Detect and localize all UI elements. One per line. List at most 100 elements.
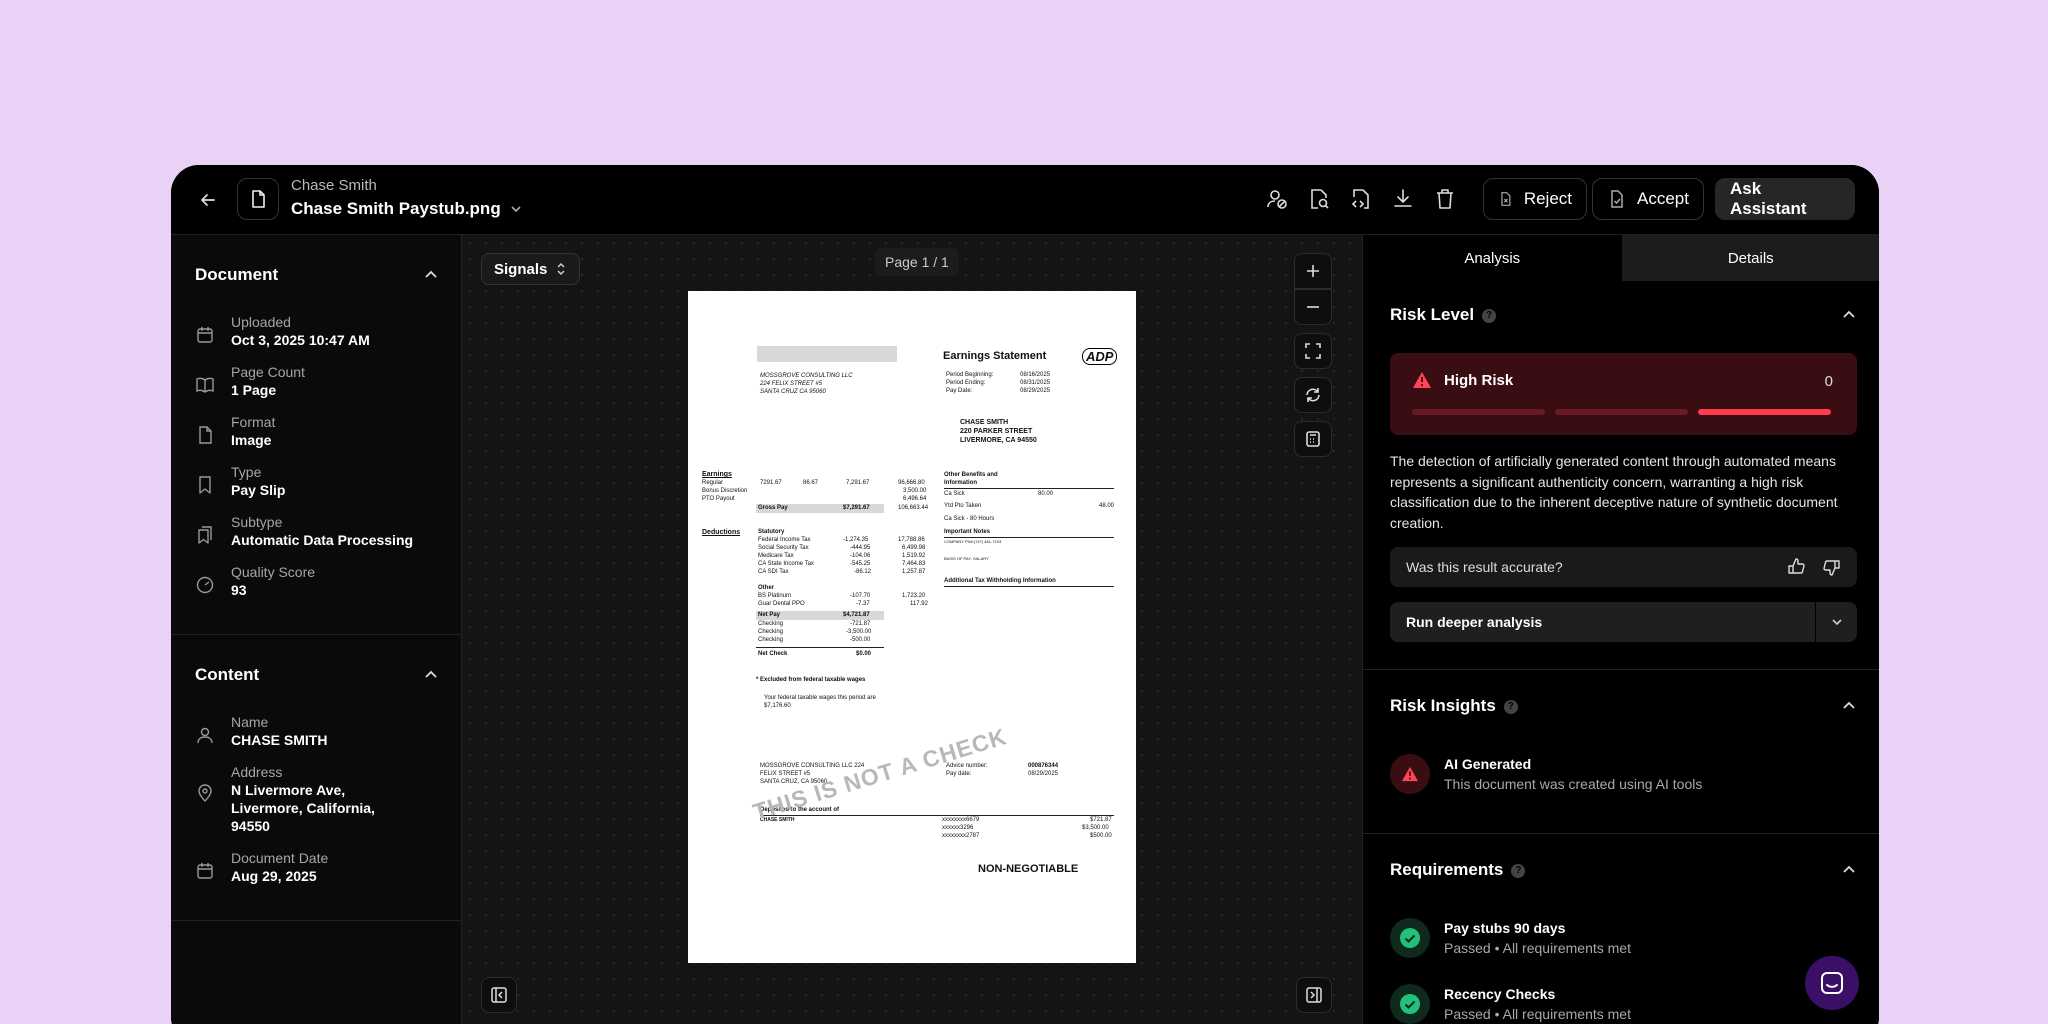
ytd-pto: 6,496.64 xyxy=(903,496,927,502)
risk-insights-header[interactable]: Risk Insights? xyxy=(1390,696,1857,716)
document-section-header[interactable]: Document xyxy=(195,265,439,285)
additional-tax-heading: Additional Tax Withholding Information xyxy=(944,578,1056,584)
gross-pay-amount: $7,291.67 xyxy=(843,505,870,511)
file-search-icon xyxy=(1311,189,1329,209)
checking-amount-2: -3,500.00 xyxy=(846,629,872,635)
book-icon xyxy=(196,377,214,393)
document-viewer[interactable]: Signals Page 1 / 1 Earnings Statement AD… xyxy=(462,235,1362,1024)
calculator-button[interactable] xyxy=(1294,421,1332,457)
chevron-updown-icon xyxy=(557,262,565,276)
meta-value: Oct 3, 2025 10:47 AM xyxy=(231,332,370,348)
content-section-header[interactable]: Content xyxy=(195,665,439,685)
medicare-label: Medicare Tax xyxy=(758,553,794,559)
sidebar-divider xyxy=(171,920,462,921)
section-divider xyxy=(1363,669,1879,670)
deeper-analysis-button[interactable]: Run deeper analysis xyxy=(1390,602,1857,642)
thumbs-down-icon[interactable] xyxy=(1821,557,1841,577)
dental-amount: -7.37 xyxy=(856,601,870,607)
important-notes-heading: Important Notes xyxy=(944,529,991,535)
risk-level-header[interactable]: Risk Level? xyxy=(1390,305,1857,325)
help-icon[interactable]: ? xyxy=(1511,863,1526,878)
thumbs-up-icon[interactable] xyxy=(1787,557,1807,577)
meta-label: Format xyxy=(231,414,276,430)
reject-button[interactable]: Reject xyxy=(1483,178,1587,220)
fit-screen-button[interactable] xyxy=(1294,333,1332,369)
meta-address: Address N Livermore Ave, Livermore, Calif… xyxy=(195,763,445,835)
download-icon xyxy=(1394,189,1412,207)
alert-triangle-icon xyxy=(1402,766,1418,782)
filename-label: Chase Smith Paystub.png xyxy=(291,199,501,218)
medicare-amount: -104.06 xyxy=(850,553,871,559)
gross-pay-label: Gross Pay xyxy=(758,505,788,511)
checking-amount-1: -721.87 xyxy=(850,621,871,627)
collapse-right-button[interactable] xyxy=(1296,977,1332,1013)
ca-tax-amount: -545.25 xyxy=(850,561,871,567)
bookmark-icon xyxy=(199,476,211,494)
ca-sick-value: 80.00 xyxy=(1038,491,1054,497)
tab-details[interactable]: Details xyxy=(1621,235,1879,281)
ask-assistant-button[interactable]: Ask Assistant xyxy=(1715,178,1855,220)
rule xyxy=(944,488,1114,489)
adp-logo: ADP xyxy=(1082,348,1118,365)
bonus-label: Bonus Discretion xyxy=(702,488,748,494)
requirement-title: Recency Checks xyxy=(1444,986,1556,1002)
rule xyxy=(756,647,884,648)
document-button[interactable] xyxy=(237,178,279,220)
insight-subtitle: This document was created using AI tools xyxy=(1444,776,1703,792)
ca-tax-label: CA State Income Tax xyxy=(758,561,814,567)
requirement-item: Recency Checks Passed • All requirements… xyxy=(1390,984,1857,1024)
sdi-tax-ytd: 1,257.87 xyxy=(902,569,926,575)
arrow-left-icon xyxy=(201,194,215,206)
ss-tax-amount: -444.95 xyxy=(850,545,871,551)
download-button[interactable] xyxy=(1387,183,1419,215)
file-search-button[interactable] xyxy=(1303,183,1335,215)
panel-tabs: Analysis Details xyxy=(1363,235,1879,281)
rule xyxy=(944,537,1114,538)
regular-rate: 7291.67 xyxy=(760,480,782,486)
user-off-button[interactable] xyxy=(1261,183,1293,215)
deeper-analysis-dropdown[interactable] xyxy=(1815,602,1857,642)
paystub-document: Earnings Statement ADP MOSSGROVE CONSULT… xyxy=(688,291,1136,963)
pay-date: 08/29/2025 xyxy=(1020,388,1051,394)
alert-triangle-icon xyxy=(1413,372,1431,388)
requirements-header[interactable]: Requirements? xyxy=(1390,860,1857,880)
statement-title: Earnings Statement xyxy=(943,350,1047,362)
document-section-title: Document xyxy=(195,265,279,284)
chevron-down-icon xyxy=(1831,619,1842,626)
chevron-up-icon xyxy=(1843,865,1855,873)
ytd-regular: 96,666.80 xyxy=(898,480,925,486)
bs-label: BS Platinum xyxy=(758,593,792,599)
excluded-note: * Excluded from federal taxable wages xyxy=(756,677,866,683)
meta-label: Subtype xyxy=(231,514,283,530)
zoom-in-button[interactable] xyxy=(1294,253,1332,289)
filename-dropdown[interactable]: Chase Smith Paystub.png xyxy=(291,199,523,219)
back-button[interactable] xyxy=(191,183,225,217)
signals-dropdown[interactable]: Signals xyxy=(481,253,581,285)
meta-document-date: Document Date Aug 29, 2025 xyxy=(195,849,445,885)
check-circle-icon xyxy=(1400,994,1420,1014)
meta-name: Name CHASE SMITH xyxy=(195,713,445,749)
chat-launcher-button[interactable] xyxy=(1805,956,1859,1010)
rotate-button[interactable] xyxy=(1294,377,1332,413)
help-icon[interactable]: ? xyxy=(1503,699,1518,714)
file-code-button[interactable] xyxy=(1345,183,1377,215)
panel-left-icon xyxy=(491,987,507,1003)
delete-button[interactable] xyxy=(1429,183,1461,215)
collapse-left-button[interactable] xyxy=(481,977,517,1013)
plus-icon xyxy=(1307,265,1319,277)
dental-ytd: 117.92 xyxy=(910,601,928,607)
chat-icon xyxy=(1821,972,1843,994)
meta-label: Name xyxy=(231,714,269,730)
help-icon[interactable]: ? xyxy=(1482,308,1497,323)
chevron-down-icon xyxy=(511,206,521,213)
stub-pay-date: 08/29/2025 xyxy=(1028,771,1059,777)
fed-tax-amount: -1,274.35 xyxy=(843,537,869,543)
requirement-title: Pay stubs 90 days xyxy=(1444,920,1566,936)
accept-button[interactable]: Accept xyxy=(1592,178,1704,220)
meta-quality-score: Quality Score 93 xyxy=(195,563,445,599)
check-badge xyxy=(1390,918,1430,958)
risk-title: High Risk xyxy=(1412,371,1513,389)
tab-analysis[interactable]: Analysis xyxy=(1363,235,1622,281)
rule xyxy=(760,815,1114,816)
zoom-out-button[interactable] xyxy=(1294,289,1332,325)
